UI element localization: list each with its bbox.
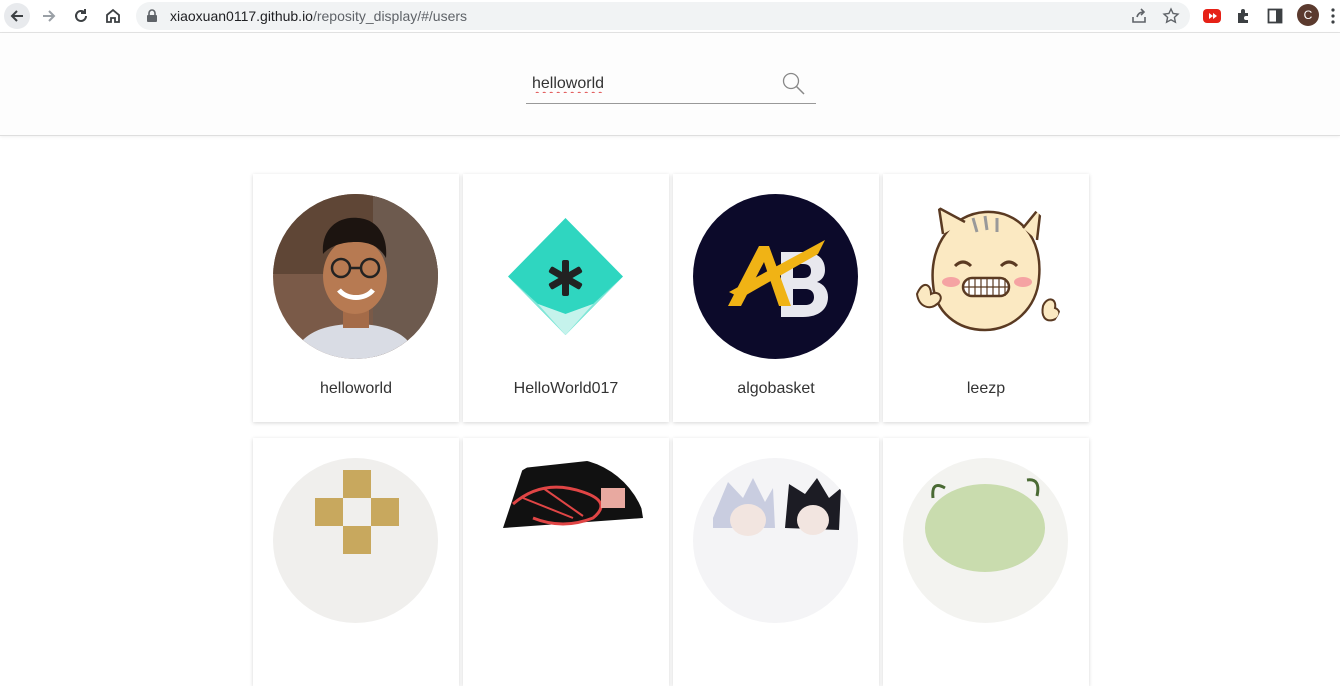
- user-card[interactable]: algobasket: [673, 174, 879, 422]
- extensions-puzzle-icon[interactable]: [1234, 6, 1254, 26]
- user-card[interactable]: [463, 438, 669, 686]
- user-avatar: [693, 194, 858, 359]
- browser-toolbar: xiaoxuan0117.github.io/reposity_display/…: [0, 0, 1340, 33]
- url-text: xiaoxuan0117.github.io/reposity_display/…: [170, 8, 467, 24]
- user-avatar: [903, 458, 1068, 623]
- search-input[interactable]: [532, 73, 772, 95]
- search-icon: [782, 72, 805, 95]
- side-panel-icon[interactable]: [1265, 6, 1285, 26]
- share-icon[interactable]: [1130, 7, 1148, 25]
- arrow-left-icon: [10, 10, 23, 22]
- user-card[interactable]: helloworld: [253, 174, 459, 422]
- arrow-right-icon: [43, 10, 56, 22]
- search-header: [0, 33, 1340, 136]
- user-avatar: [483, 458, 648, 623]
- search-box: [526, 69, 816, 104]
- user-card[interactable]: [253, 438, 459, 686]
- back-button[interactable]: [4, 3, 30, 29]
- profile-avatar[interactable]: C: [1297, 4, 1319, 26]
- home-icon: [106, 8, 120, 23]
- lock-icon: [147, 9, 157, 22]
- user-avatar: [483, 194, 648, 359]
- user-name: leezp: [966, 380, 1006, 397]
- user-name: HelloWorld017: [513, 380, 619, 397]
- user-avatar: [273, 194, 438, 359]
- forward-button[interactable]: [36, 3, 62, 29]
- user-name: algobasket: [737, 380, 815, 397]
- user-card[interactable]: [883, 438, 1089, 686]
- user-card[interactable]: [673, 438, 879, 686]
- reload-icon: [75, 9, 87, 22]
- user-avatar: [273, 458, 438, 623]
- url-path: /reposity_display/#/users: [312, 8, 468, 24]
- user-name: helloworld: [319, 380, 393, 397]
- kebab-menu-icon[interactable]: [1330, 7, 1336, 25]
- user-card[interactable]: HelloWorld017: [463, 174, 669, 422]
- search-button[interactable]: [782, 71, 806, 97]
- home-button[interactable]: [100, 3, 126, 29]
- address-bar[interactable]: xiaoxuan0117.github.io/reposity_display/…: [136, 2, 1190, 30]
- video-extension-icon[interactable]: [1202, 6, 1222, 26]
- user-avatar: [903, 194, 1068, 359]
- reload-button[interactable]: [68, 3, 94, 29]
- url-host: xiaoxuan0117.github.io: [170, 8, 313, 24]
- user-card[interactable]: leezp: [883, 174, 1089, 422]
- bookmark-star-icon[interactable]: [1162, 7, 1180, 25]
- user-avatar: [693, 458, 858, 623]
